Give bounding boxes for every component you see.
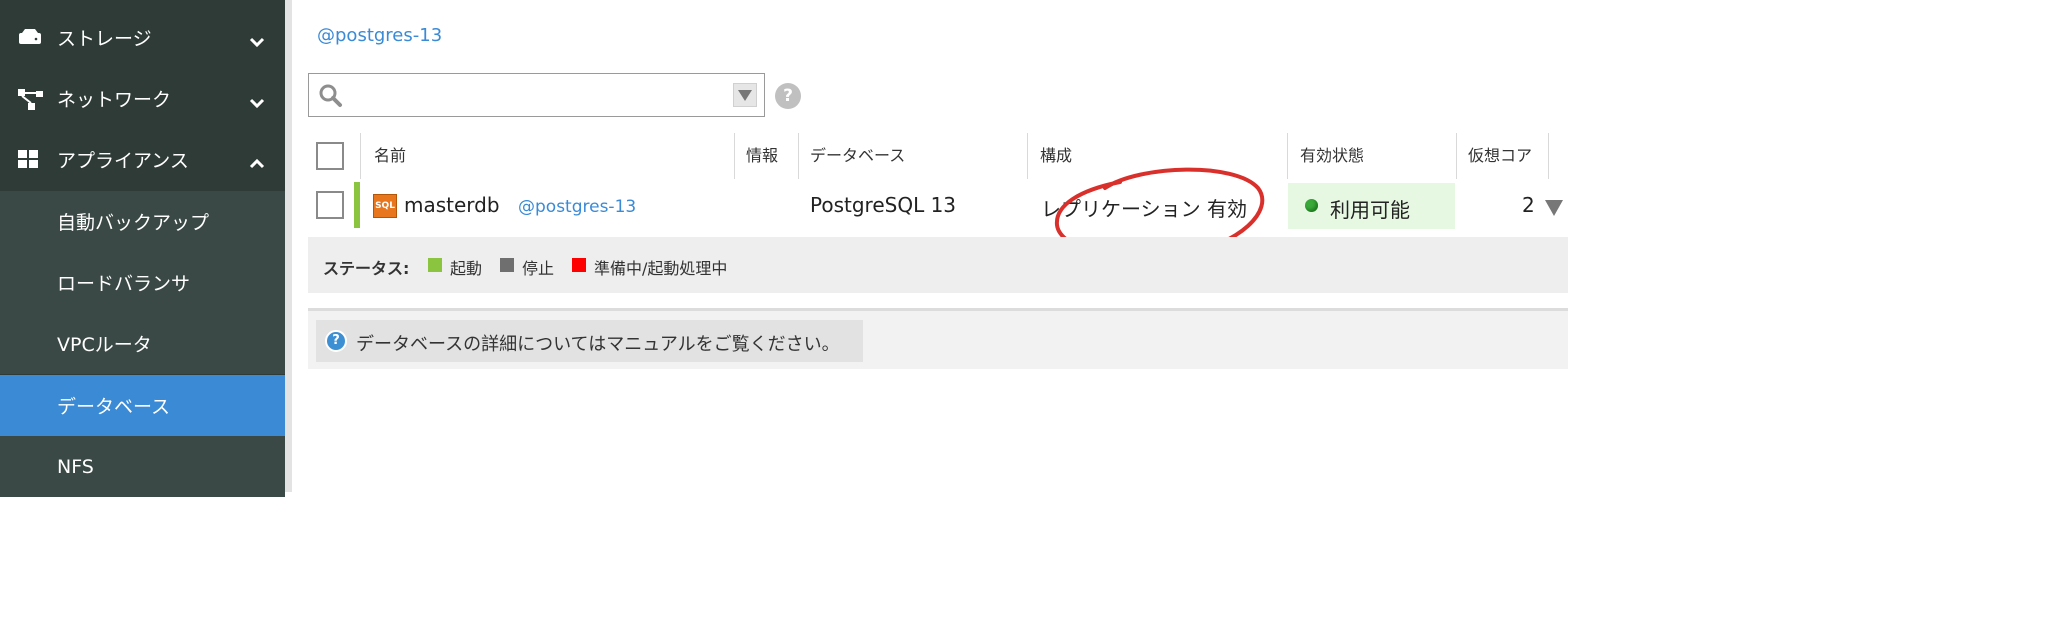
- column-divider: [734, 133, 735, 179]
- sidebar-item-label: 自動バックアップ: [57, 212, 210, 234]
- column-divider: [1287, 133, 1288, 179]
- sidebar-item-label: ストレージ: [57, 28, 152, 50]
- sidebar-item-label: アプライアンス: [57, 150, 189, 172]
- row-database: PostgreSQL 13: [810, 193, 957, 217]
- search-input[interactable]: [349, 80, 723, 112]
- info-message: ? データベースの詳細についてはマニュアルをご覧ください。: [316, 320, 863, 362]
- sidebar-item-label: ネットワーク: [57, 89, 172, 111]
- availability-cell: 利用可能: [1288, 183, 1455, 229]
- sidebar-divider: [285, 0, 292, 492]
- legend-swatch-stopped: [500, 258, 514, 272]
- column-divider: [360, 133, 361, 179]
- search-box[interactable]: [308, 73, 765, 117]
- legend-label-preparing: 準備中/起動処理中: [594, 259, 728, 278]
- column-divider: [798, 133, 799, 179]
- sidebar-item-label: ロードバランサ: [57, 273, 191, 295]
- sql-icon: SQL: [373, 194, 397, 218]
- sidebar: ストレージ ネットワーク アプライアンス 自動バックアップ ロードバランサ VP…: [0, 0, 285, 497]
- column-header-availability[interactable]: 有効状態: [1300, 133, 1364, 179]
- legend-swatch-preparing: [572, 258, 586, 272]
- select-all-checkbox[interactable]: [316, 142, 344, 170]
- column-header-vcores[interactable]: 仮想コア: [1468, 133, 1532, 179]
- appliance-icon: [18, 150, 40, 175]
- column-header-info[interactable]: 情報: [746, 133, 778, 179]
- sidebar-item-label: VPCルータ: [57, 334, 152, 356]
- info-message-text: データベースの詳細についてはマニュアルをご覧ください。: [356, 334, 840, 355]
- legend-label-running: 起動: [450, 259, 483, 278]
- legend-label-stopped: 停止: [522, 259, 555, 278]
- column-divider: [1548, 133, 1549, 179]
- network-icon: [18, 89, 44, 116]
- column-header-database[interactable]: データベース: [810, 133, 905, 179]
- chevron-up-icon: [249, 153, 265, 175]
- status-legend-label: ステータス:: [323, 259, 410, 278]
- chevron-down-icon: [249, 92, 265, 114]
- sidebar-item-load-balancer[interactable]: ロードバランサ: [0, 252, 285, 313]
- sidebar-item-database[interactable]: データベース: [0, 375, 285, 436]
- row-vcores: 2: [1522, 193, 1535, 217]
- search-icon: [319, 84, 343, 112]
- sidebar-item-network[interactable]: ネットワーク: [0, 68, 285, 129]
- search-dropdown-button[interactable]: [733, 83, 757, 107]
- sidebar-item-appliance[interactable]: アプライアンス: [0, 129, 285, 190]
- storage-icon: [18, 28, 42, 51]
- availability-label: 利用可能: [1330, 198, 1410, 222]
- sidebar-item-storage[interactable]: ストレージ: [0, 7, 285, 68]
- sidebar-item-label: NFS: [57, 455, 94, 478]
- breadcrumb[interactable]: @postgres-13: [317, 25, 442, 46]
- status-indicator: [354, 182, 360, 228]
- triangle-down-icon: [738, 90, 752, 101]
- sidebar-item-label: データベース: [57, 396, 171, 418]
- row-tag[interactable]: @postgres-13: [518, 197, 636, 217]
- row-checkbox[interactable]: [316, 191, 344, 219]
- sidebar-item-vpc-router[interactable]: VPCルータ: [0, 313, 285, 374]
- help-icon[interactable]: ?: [775, 83, 801, 109]
- sidebar-item-auto-backup[interactable]: 自動バックアップ: [0, 191, 285, 252]
- row-expand-icon[interactable]: [1545, 200, 1563, 220]
- column-header-name[interactable]: 名前: [374, 133, 406, 179]
- status-dot-icon: [1305, 199, 1318, 212]
- legend-swatch-running: [428, 258, 442, 272]
- status-legend: ステータス: 起動 停止 準備中/起動処理中: [308, 237, 1568, 293]
- column-divider: [1456, 133, 1457, 179]
- info-icon: ?: [325, 330, 347, 352]
- chevron-down-icon: [249, 31, 265, 53]
- row-name[interactable]: masterdb: [404, 193, 500, 217]
- sidebar-item-nfs[interactable]: NFS: [0, 436, 285, 497]
- column-divider: [1027, 133, 1028, 179]
